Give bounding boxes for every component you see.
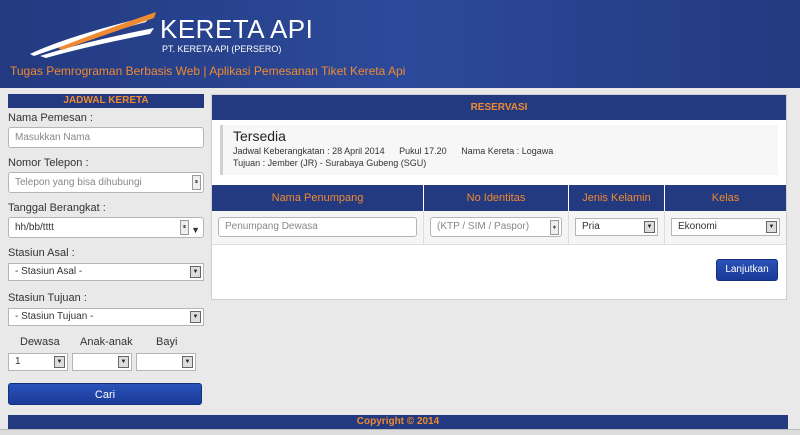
chevron-down-icon: ▼	[182, 356, 193, 368]
nama-pemesan-label: Nama Pemesan :	[8, 112, 93, 124]
bayi-select[interactable]: ▼	[136, 353, 196, 371]
date-dropdown-icon[interactable]: ▼	[191, 221, 200, 240]
no-identitas-input[interactable]: (KTP / SIM / Paspor)	[430, 217, 562, 237]
sidebar-title: JADWAL KERETA	[8, 94, 204, 108]
column-nama-penumpang: Nama Penumpang	[212, 185, 424, 211]
kelas-value: Ekonomi	[678, 221, 717, 232]
column-no-identitas: No Identitas	[424, 185, 569, 211]
dewasa-label: Dewasa	[20, 336, 60, 348]
nomor-telepon-placeholder: Telepon yang bisa dihubungi	[15, 177, 142, 188]
tujuan-line: Tujuan : Jember (JR) - Surabaya Gubeng (…	[233, 158, 427, 168]
reservasi-title: RESERVASI	[212, 95, 786, 120]
tanggal-spinner-icon[interactable]	[180, 218, 189, 237]
brand-subtitle: PT. KERETA API (PERSERO)	[162, 44, 282, 54]
chevron-down-icon: ▼	[54, 356, 65, 368]
header-tagline: Tugas Pemrograman Berbasis Web | Aplikas…	[10, 64, 406, 78]
lanjutkan-button[interactable]: Lanjutkan	[716, 259, 778, 281]
no-identitas-cell: (KTP / SIM / Paspor)	[424, 211, 569, 244]
tanggal-berangkat-value: hh/bb/tttt	[15, 222, 54, 233]
jadwal-line: Jadwal Keberangkatan : 28 April 2014 Puk…	[233, 146, 778, 156]
anak-anak-label: Anak-anak	[80, 336, 133, 348]
penumpang-labels: Dewasa Anak-anak Bayi	[8, 336, 204, 349]
stasiun-tujuan-select[interactable]: - Stasiun Tujuan - ▼	[8, 308, 204, 326]
nama-pemesan-input[interactable]: Masukkan Nama	[8, 127, 204, 148]
jadwal-keberangkatan: Jadwal Keberangkatan : 28 April 2014	[233, 146, 385, 156]
penumpang-selects: 1 ▼ ▼ ▼	[8, 353, 204, 371]
jadwal-info-box: Tersedia Jadwal Keberangkatan : 28 April…	[220, 125, 778, 175]
dewasa-select[interactable]: 1 ▼	[8, 353, 68, 371]
stasiun-asal-label: Stasiun Asal :	[8, 247, 75, 259]
brand-title: KERETA API	[160, 14, 314, 44]
no-identitas-placeholder: (KTP / SIM / Paspor)	[437, 221, 530, 232]
jenis-kelamin-cell: Pria ▼	[569, 211, 665, 244]
column-jenis-kelamin: Jenis Kelamin	[569, 185, 665, 211]
tanggal-berangkat-input[interactable]: hh/bb/tttt ▼	[8, 217, 204, 238]
bayi-label: Bayi	[156, 336, 178, 348]
stasiun-asal-value: - Stasiun Asal -	[15, 266, 83, 277]
stasiun-tujuan-label: Stasiun Tujuan :	[8, 292, 87, 304]
jenis-kelamin-value: Pria	[582, 221, 600, 232]
chevron-down-icon: ▼	[190, 311, 201, 323]
column-kelas: Kelas	[711, 192, 740, 204]
pukul: Pukul 17.20	[399, 146, 447, 156]
cari-button[interactable]: Cari	[8, 383, 202, 405]
penumpang-table: Nama Penumpang No Identitas Jenis Kelami…	[212, 185, 786, 245]
identitas-spinner-icon[interactable]	[550, 218, 559, 237]
kelas-cell: Ekonomi ▼	[665, 211, 786, 244]
table-header-row: Nama Penumpang No Identitas Jenis Kelami…	[212, 185, 786, 211]
site-header: KERETA API PT. KERETA API (PERSERO) Tuga…	[0, 0, 800, 88]
logo: KERETA API PT. KERETA API (PERSERO)	[28, 10, 328, 60]
site-footer: Copyright © 2014	[8, 415, 788, 429]
status-tersedia: Tersedia	[233, 128, 286, 144]
nama-penumpang-cell: Penumpang Dewasa	[212, 211, 424, 244]
chevron-down-icon: ▼	[190, 266, 201, 278]
dewasa-value: 1	[15, 356, 21, 367]
browser-status-bar	[0, 429, 800, 435]
kelas-select[interactable]: Ekonomi ▼	[671, 218, 780, 236]
kereta-api-logo-icon	[30, 12, 156, 58]
jenis-kelamin-select[interactable]: Pria ▼	[575, 218, 658, 236]
nama-pemesan-placeholder: Masukkan Nama	[15, 132, 91, 143]
jadwal-sidebar: JADWAL KERETA Nama Pemesan : Masukkan Na…	[8, 94, 204, 405]
nama-penumpang-input[interactable]: Penumpang Dewasa	[218, 217, 417, 237]
stasiun-asal-select[interactable]: - Stasiun Asal - ▼	[8, 263, 204, 281]
chevron-down-icon: ▼	[766, 221, 777, 233]
reservasi-panel: RESERVASI Tersedia Jadwal Keberangkatan …	[211, 94, 787, 300]
table-row: Penumpang Dewasa (KTP / SIM / Paspor) Pr…	[212, 211, 786, 245]
chevron-down-icon: ▼	[118, 356, 129, 368]
stasiun-tujuan-value: - Stasiun Tujuan -	[15, 311, 94, 322]
nomor-telepon-label: Nomor Telepon :	[8, 157, 89, 169]
nomor-telepon-input[interactable]: Telepon yang bisa dihubungi	[8, 172, 204, 193]
nama-kereta: Nama Kereta : Logawa	[461, 146, 554, 156]
telepon-spinner-icon[interactable]	[192, 173, 201, 192]
chevron-down-icon: ▼	[644, 221, 655, 233]
tanggal-berangkat-label: Tanggal Berangkat :	[8, 202, 106, 214]
nama-penumpang-placeholder: Penumpang Dewasa	[225, 221, 318, 232]
anak-anak-select[interactable]: ▼	[72, 353, 132, 371]
